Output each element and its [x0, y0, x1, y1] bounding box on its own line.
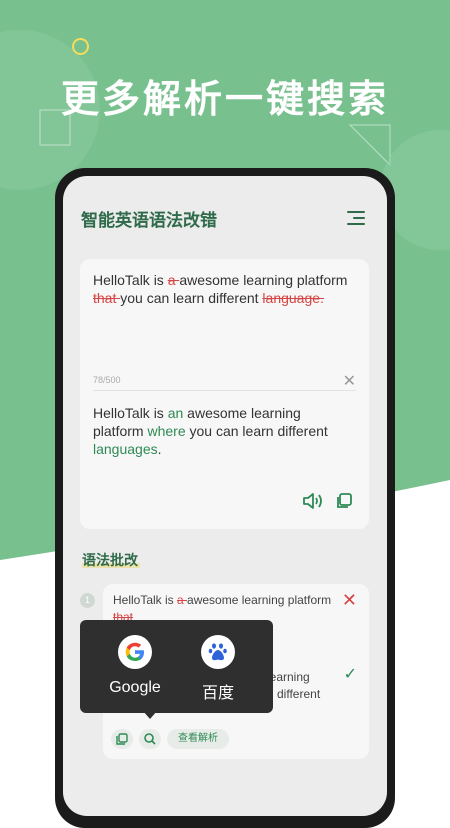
inserted-word: an [167, 405, 184, 421]
wrong-icon: ✕ [341, 590, 357, 610]
deleted-word: that [93, 290, 121, 306]
decorative-circle [72, 38, 89, 55]
sentence-segment: HelloTalk is [113, 593, 178, 607]
output-text-segment: you can learn different [185, 423, 328, 439]
copy-button[interactable] [111, 729, 133, 749]
sentence-fragment: learning [267, 670, 310, 684]
section-title: 语法批改 [82, 552, 138, 568]
check-icon: ✓ [343, 666, 357, 683]
google-label: Google [109, 679, 161, 696]
popup-pointer [143, 711, 157, 719]
copy-icon[interactable] [335, 492, 353, 510]
input-text-segment: awesome learning platform [179, 272, 348, 288]
baidu-paw-icon [201, 635, 235, 669]
input-text[interactable]: HelloTalk is a awesome learning platform… [93, 271, 355, 307]
item-number-badge: 1 [80, 593, 95, 608]
search-button[interactable] [139, 729, 161, 749]
divider [93, 390, 356, 391]
menu-icon[interactable] [347, 210, 367, 226]
inserted-word: where [147, 423, 186, 439]
output-text-segment: . [157, 441, 162, 457]
sentence-segment: awesome learning platform [187, 593, 332, 607]
sentence-fragment: n different [267, 687, 321, 701]
phone-screen: 智能英语语法改错 HelloTalk is a awesome learning… [63, 176, 387, 816]
input-text-segment: you can learn different [120, 290, 263, 306]
google-search-option[interactable]: Google [95, 635, 175, 697]
char-counter: 78/500 [93, 375, 121, 385]
inserted-word: languages [93, 441, 158, 457]
deleted-word: a [167, 272, 180, 288]
search-icon [144, 733, 156, 745]
baidu-search-option[interactable]: 百度 [178, 635, 258, 703]
correction-card: HelloTalk is a awesome learning platform… [80, 259, 369, 529]
google-icon [118, 635, 152, 669]
search-engine-popup: Google 百度 [80, 620, 273, 713]
baidu-label: 百度 [201, 685, 234, 702]
view-analysis-button[interactable]: 查看解析 [167, 729, 229, 749]
speaker-icon[interactable] [302, 492, 324, 510]
input-text-segment: HelloTalk is [93, 272, 168, 288]
promo-title: 更多解析一键搜索 [60, 79, 389, 121]
copy-icon [116, 733, 128, 745]
output-text-segment: HelloTalk is [93, 405, 168, 421]
deleted-word: a [177, 593, 188, 607]
deleted-word: language. [262, 290, 324, 306]
app-title: 智能英语语法改错 [81, 211, 217, 230]
corrected-text: HelloTalk is an awesome learning platfor… [93, 404, 355, 458]
clear-icon[interactable]: ✕ [343, 371, 356, 391]
